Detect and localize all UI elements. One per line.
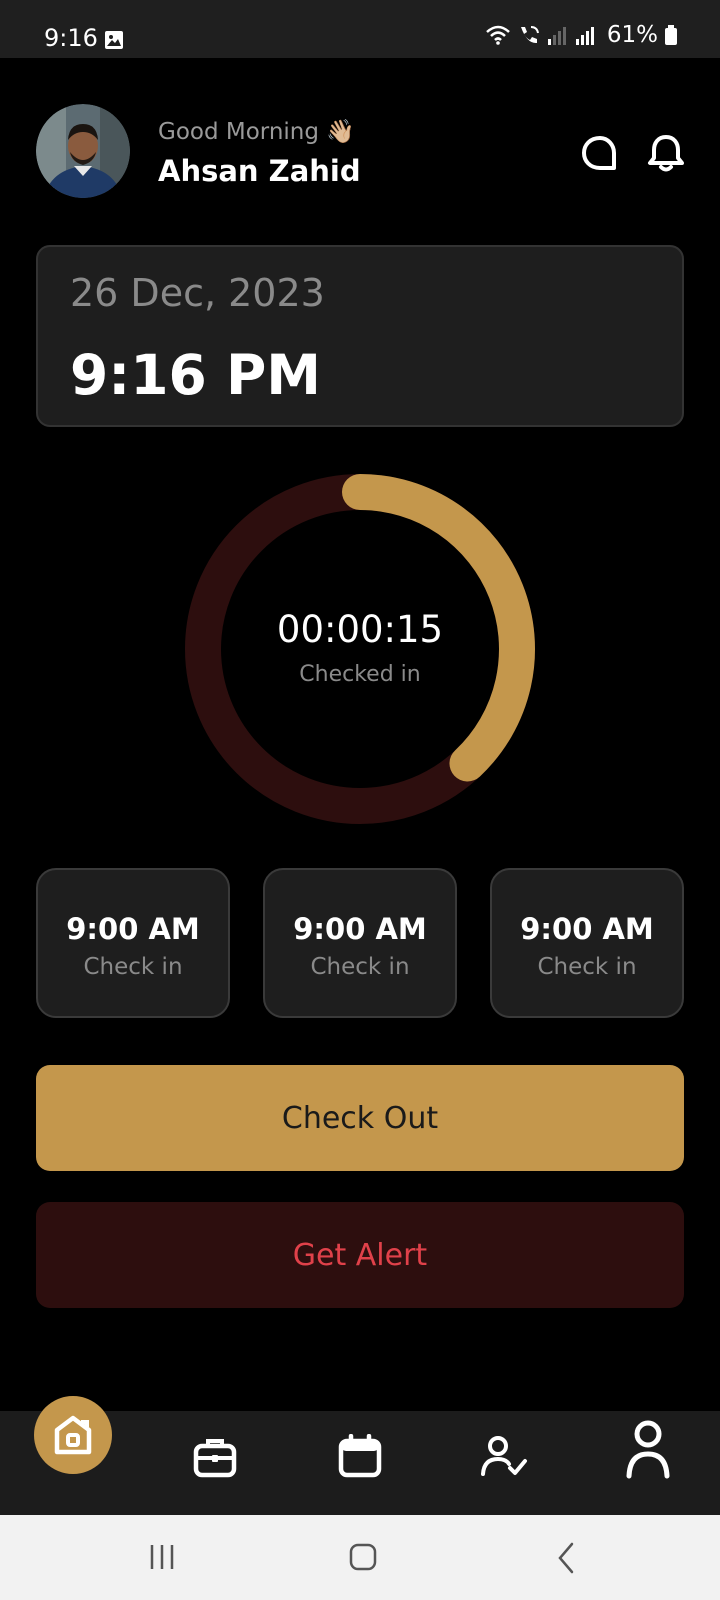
avatar-image xyxy=(36,104,130,198)
slot-time: 9:00 AM xyxy=(520,912,654,946)
slot-label: Check in xyxy=(537,954,637,980)
nav-profile-button[interactable] xyxy=(624,1420,672,1479)
bell-icon[interactable] xyxy=(646,132,686,174)
status-time: 9:16 xyxy=(44,24,98,52)
recent-apps-icon[interactable] xyxy=(148,1543,176,1571)
briefcase-icon xyxy=(193,1439,237,1478)
check-out-button[interactable]: Check Out xyxy=(36,1065,684,1171)
get-alert-button[interactable]: Get Alert xyxy=(36,1202,684,1308)
gallery-notification-icon xyxy=(105,31,123,49)
nav-calendar-button[interactable] xyxy=(336,1432,384,1480)
slot-label: Check in xyxy=(310,954,410,980)
avatar[interactable] xyxy=(36,104,130,198)
current-date: 26 Dec, 2023 xyxy=(70,271,325,315)
back-icon[interactable] xyxy=(556,1542,576,1574)
nav-jobs-button[interactable] xyxy=(191,1433,239,1481)
wifi-icon xyxy=(486,25,510,45)
calendar-icon xyxy=(338,1434,382,1478)
timer-status-label: Checked in xyxy=(299,662,421,687)
status-right: 61% xyxy=(485,22,678,48)
user-check-icon xyxy=(481,1436,527,1476)
battery-percent: 61% xyxy=(606,22,658,48)
current-time: 9:16 PM xyxy=(70,343,321,407)
home-icon xyxy=(54,1415,92,1455)
nav-home-button[interactable] xyxy=(34,1396,112,1474)
nav-attendance-button[interactable] xyxy=(480,1432,528,1480)
date-time-card: 26 Dec, 2023 9:16 PM xyxy=(36,245,684,427)
slot-time: 9:00 AM xyxy=(66,912,200,946)
checkin-slot[interactable]: 9:00 AM Check in xyxy=(490,868,684,1018)
system-nav-bar xyxy=(0,1515,720,1600)
wifi-call-icon xyxy=(520,26,539,44)
chat-icon[interactable] xyxy=(580,134,620,174)
checkin-slot[interactable]: 9:00 AM Check in xyxy=(263,868,457,1018)
profile-icon xyxy=(626,1420,670,1479)
signal-2-icon xyxy=(575,27,594,45)
slot-time: 9:00 AM xyxy=(293,912,427,946)
home-system-icon[interactable] xyxy=(348,1542,378,1572)
battery-icon xyxy=(665,25,677,45)
greeting-text: Good Morning 👋🏼 xyxy=(158,119,355,145)
slot-label: Check in xyxy=(83,954,183,980)
status-bar: 9:16 61% xyxy=(0,0,720,58)
user-name: Ahsan Zahid xyxy=(158,154,361,188)
elapsed-timer: 00:00:15 xyxy=(276,608,444,651)
checkin-slot[interactable]: 9:00 AM Check in xyxy=(36,868,230,1018)
signal-1-icon xyxy=(547,27,566,45)
